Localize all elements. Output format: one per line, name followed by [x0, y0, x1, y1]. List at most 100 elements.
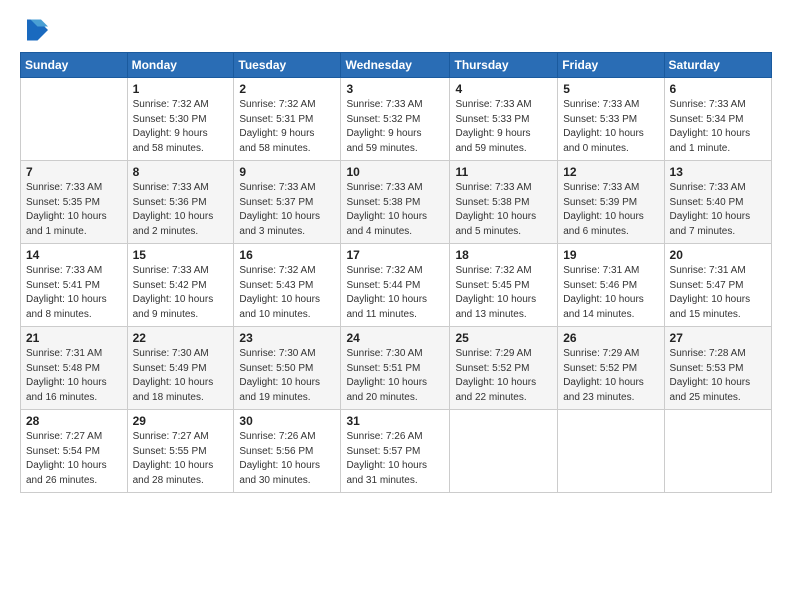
- day-number: 23: [239, 331, 335, 345]
- day-number: 28: [26, 414, 122, 428]
- calendar-cell: 25 Sunrise: 7:29 AMSunset: 5:52 PMDayligh…: [450, 327, 558, 410]
- day-number: 15: [133, 248, 229, 262]
- header-day-thursday: Thursday: [450, 53, 558, 78]
- day-info: Sunrise: 7:33 AMSunset: 5:42 PMDaylight:…: [133, 264, 229, 322]
- calendar-cell: 21 Sunrise: 7:31 AMSunset: 5:48 PMDayligh…: [21, 327, 128, 410]
- calendar-cell: 1 Sunrise: 7:32 AMSunset: 5:30 PMDaylight…: [127, 78, 234, 161]
- calendar-cell: 5 Sunrise: 7:33 AMSunset: 5:33 PMDaylight…: [558, 78, 664, 161]
- day-number: 5: [563, 82, 658, 96]
- day-info: Sunrise: 7:30 AMSunset: 5:49 PMDaylight:…: [133, 347, 229, 405]
- day-info: Sunrise: 7:29 AMSunset: 5:52 PMDaylight:…: [455, 347, 552, 405]
- calendar-cell: 9Sunrise: 7:33 AMSunset: 5:37 PMDaylight…: [234, 161, 341, 244]
- day-info: Sunrise: 7:31 AMSunset: 5:47 PMDaylight:…: [670, 264, 766, 322]
- logo-icon: [20, 16, 48, 44]
- calendar-cell: 20Sunrise: 7:31 AMSunset: 5:47 PMDayligh…: [664, 244, 771, 327]
- day-number: 27: [670, 331, 766, 345]
- calendar-cell: 24 Sunrise: 7:30 AMSunset: 5:51 PMDayligh…: [341, 327, 450, 410]
- day-number: 24: [346, 331, 444, 345]
- day-number: 21: [26, 331, 122, 345]
- header-day-saturday: Saturday: [664, 53, 771, 78]
- day-info: Sunrise: 7:31 AMSunset: 5:48 PMDaylight:…: [26, 347, 122, 405]
- day-number: 29: [133, 414, 229, 428]
- day-info: Sunrise: 7:33 AMSunset: 5:37 PMDaylight:…: [239, 181, 335, 239]
- day-number: 17: [346, 248, 444, 262]
- day-number: 7: [26, 165, 122, 179]
- day-info: Sunrise: 7:33 AMSunset: 5:38 PMDaylight:…: [346, 181, 444, 239]
- calendar-cell: 4Sunrise: 7:33 AMSunset: 5:33 PMDaylight…: [450, 78, 558, 161]
- day-number: 16: [239, 248, 335, 262]
- day-info: Sunrise: 7:26 AMSunset: 5:57 PMDaylight:…: [346, 430, 444, 488]
- calendar-table: SundayMondayTuesdayWednesdayThursdayFrid…: [20, 52, 772, 493]
- day-number: 13: [670, 165, 766, 179]
- day-info: Sunrise: 7:33 AMSunset: 5:41 PMDaylight:…: [26, 264, 122, 322]
- day-number: 25: [455, 331, 552, 345]
- calendar-cell: 17 Sunrise: 7:32 AMSunset: 5:44 PMDayligh…: [341, 244, 450, 327]
- calendar-cell: 19 Sunrise: 7:31 AMSunset: 5:46 PMDayligh…: [558, 244, 664, 327]
- header-day-monday: Monday: [127, 53, 234, 78]
- day-number: 3: [346, 82, 444, 96]
- calendar-cell: 30Sunrise: 7:26 AMSunset: 5:56 PMDayligh…: [234, 410, 341, 493]
- day-info: Sunrise: 7:31 AMSunset: 5:46 PMDaylight:…: [563, 264, 658, 322]
- day-info: Sunrise: 7:32 AMSunset: 5:31 PMDaylight:…: [239, 98, 335, 156]
- header-day-wednesday: Wednesday: [341, 53, 450, 78]
- day-info: Sunrise: 7:26 AMSunset: 5:56 PMDaylight:…: [239, 430, 335, 488]
- calendar-cell: 27Sunrise: 7:28 AMSunset: 5:53 PMDayligh…: [664, 327, 771, 410]
- day-info: Sunrise: 7:33 AMSunset: 5:35 PMDaylight:…: [26, 181, 122, 239]
- calendar-header-row: SundayMondayTuesdayWednesdayThursdayFrid…: [21, 53, 772, 78]
- calendar-cell: 18 Sunrise: 7:32 AMSunset: 5:45 PMDayligh…: [450, 244, 558, 327]
- header: [20, 16, 772, 44]
- calendar-cell: 22Sunrise: 7:30 AMSunset: 5:49 PMDayligh…: [127, 327, 234, 410]
- day-number: 4: [455, 82, 552, 96]
- day-info: Sunrise: 7:30 AMSunset: 5:51 PMDaylight:…: [346, 347, 444, 405]
- day-info: Sunrise: 7:33 AMSunset: 5:36 PMDaylight:…: [133, 181, 229, 239]
- calendar-cell: [664, 410, 771, 493]
- header-day-friday: Friday: [558, 53, 664, 78]
- calendar-cell: 14 Sunrise: 7:33 AMSunset: 5:41 PMDayligh…: [21, 244, 128, 327]
- day-info: Sunrise: 7:32 AMSunset: 5:45 PMDaylight:…: [455, 264, 552, 322]
- calendar-cell: 11Sunrise: 7:33 AMSunset: 5:38 PMDayligh…: [450, 161, 558, 244]
- calendar-cell: 3 Sunrise: 7:33 AMSunset: 5:32 PMDaylight…: [341, 78, 450, 161]
- calendar-cell: 26Sunrise: 7:29 AMSunset: 5:52 PMDayligh…: [558, 327, 664, 410]
- day-info: Sunrise: 7:33 AMSunset: 5:39 PMDaylight:…: [563, 181, 658, 239]
- day-number: 1: [133, 82, 229, 96]
- page: SundayMondayTuesdayWednesdayThursdayFrid…: [0, 0, 792, 612]
- day-info: Sunrise: 7:33 AMSunset: 5:40 PMDaylight:…: [670, 181, 766, 239]
- header-day-tuesday: Tuesday: [234, 53, 341, 78]
- header-day-sunday: Sunday: [21, 53, 128, 78]
- day-info: Sunrise: 7:32 AMSunset: 5:44 PMDaylight:…: [346, 264, 444, 322]
- day-number: 14: [26, 248, 122, 262]
- calendar-cell: 15 Sunrise: 7:33 AMSunset: 5:42 PMDayligh…: [127, 244, 234, 327]
- calendar-cell: 28Sunrise: 7:27 AMSunset: 5:54 PMDayligh…: [21, 410, 128, 493]
- calendar-cell: [21, 78, 128, 161]
- day-number: 10: [346, 165, 444, 179]
- calendar-week-3: 14 Sunrise: 7:33 AMSunset: 5:41 PMDayligh…: [21, 244, 772, 327]
- day-number: 19: [563, 248, 658, 262]
- day-info: Sunrise: 7:27 AMSunset: 5:55 PMDaylight:…: [133, 430, 229, 488]
- calendar-cell: 7 Sunrise: 7:33 AMSunset: 5:35 PMDaylight…: [21, 161, 128, 244]
- calendar-cell: 6 Sunrise: 7:33 AMSunset: 5:34 PMDaylight…: [664, 78, 771, 161]
- day-info: Sunrise: 7:33 AMSunset: 5:34 PMDaylight:…: [670, 98, 766, 156]
- calendar-cell: 31 Sunrise: 7:26 AMSunset: 5:57 PMDayligh…: [341, 410, 450, 493]
- calendar-cell: 13 Sunrise: 7:33 AMSunset: 5:40 PMDayligh…: [664, 161, 771, 244]
- day-info: Sunrise: 7:30 AMSunset: 5:50 PMDaylight:…: [239, 347, 335, 405]
- day-number: 2: [239, 82, 335, 96]
- day-number: 8: [133, 165, 229, 179]
- day-info: Sunrise: 7:29 AMSunset: 5:52 PMDaylight:…: [563, 347, 658, 405]
- day-number: 31: [346, 414, 444, 428]
- day-info: Sunrise: 7:32 AMSunset: 5:30 PMDaylight:…: [133, 98, 229, 156]
- calendar-cell: 16Sunrise: 7:32 AMSunset: 5:43 PMDayligh…: [234, 244, 341, 327]
- calendar-cell: 2 Sunrise: 7:32 AMSunset: 5:31 PMDaylight…: [234, 78, 341, 161]
- day-number: 6: [670, 82, 766, 96]
- calendar-week-2: 7 Sunrise: 7:33 AMSunset: 5:35 PMDaylight…: [21, 161, 772, 244]
- calendar-cell: 10 Sunrise: 7:33 AMSunset: 5:38 PMDayligh…: [341, 161, 450, 244]
- day-info: Sunrise: 7:33 AMSunset: 5:32 PMDaylight:…: [346, 98, 444, 156]
- day-info: Sunrise: 7:33 AMSunset: 5:33 PMDaylight:…: [563, 98, 658, 156]
- calendar-cell: 29 Sunrise: 7:27 AMSunset: 5:55 PMDayligh…: [127, 410, 234, 493]
- calendar-cell: 23 Sunrise: 7:30 AMSunset: 5:50 PMDayligh…: [234, 327, 341, 410]
- day-number: 18: [455, 248, 552, 262]
- day-number: 11: [455, 165, 552, 179]
- calendar-week-4: 21 Sunrise: 7:31 AMSunset: 5:48 PMDayligh…: [21, 327, 772, 410]
- calendar-week-1: 1 Sunrise: 7:32 AMSunset: 5:30 PMDaylight…: [21, 78, 772, 161]
- logo: [20, 16, 52, 44]
- calendar-cell: [558, 410, 664, 493]
